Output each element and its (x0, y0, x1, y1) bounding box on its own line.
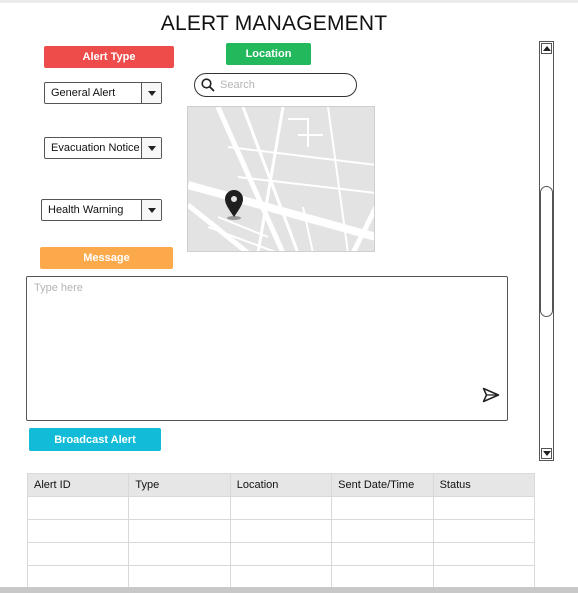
column-header-status[interactable]: Status (432, 473, 536, 497)
chevron-down-icon[interactable] (141, 138, 161, 158)
location-search[interactable] (194, 73, 357, 97)
send-icon[interactable] (482, 387, 500, 403)
search-input[interactable] (218, 79, 347, 91)
scroll-up-button[interactable] (541, 43, 552, 54)
alert-type-select-health[interactable]: Health Warning (41, 199, 162, 221)
location-map[interactable] (187, 106, 375, 252)
alert-type-label: Alert Type (44, 46, 174, 68)
table-cell (128, 542, 231, 566)
table-cell (229, 496, 333, 520)
select-value: Health Warning (48, 204, 124, 216)
bottom-border (0, 587, 578, 593)
message-input[interactable]: Type here (26, 276, 508, 421)
scroll-down-button[interactable] (541, 448, 552, 459)
page-title: ALERT MANAGEMENT (160, 12, 388, 35)
scroll-thumb[interactable] (540, 186, 553, 317)
arrow-up-icon (542, 46, 551, 51)
table-row[interactable] (26, 519, 536, 543)
alert-type-select-evacuation[interactable]: Evacuation Notice (44, 137, 162, 159)
column-header-location[interactable]: Location (229, 473, 333, 497)
table-cell (331, 565, 434, 589)
table-cell (229, 542, 333, 566)
table-cell (128, 519, 231, 543)
column-header-alert-id[interactable]: Alert ID (26, 473, 130, 497)
table-cell (331, 542, 434, 566)
table-cell (229, 565, 333, 589)
chevron-down-icon[interactable] (141, 83, 161, 103)
table-row[interactable] (26, 542, 536, 566)
vertical-scrollbar[interactable] (539, 41, 554, 461)
table-cell (26, 542, 130, 566)
table-cell (432, 496, 536, 520)
table-header-row: Alert ID Type Location Sent Date/Time St… (26, 473, 536, 497)
top-border (0, 0, 578, 3)
message-label: Message (40, 247, 173, 269)
alerts-table: Alert ID Type Location Sent Date/Time St… (26, 473, 536, 589)
table-cell (26, 496, 130, 520)
location-label: Location (226, 43, 311, 65)
chevron-down-icon[interactable] (141, 200, 161, 220)
table-cell (432, 519, 536, 543)
table-cell (331, 519, 434, 543)
table-row[interactable] (26, 565, 536, 589)
alert-type-select-general[interactable]: General Alert (44, 82, 162, 104)
select-value: Evacuation Notice (51, 142, 140, 154)
column-header-sent-date-time[interactable]: Sent Date/Time (331, 473, 434, 497)
table-cell (432, 542, 536, 566)
table-cell (26, 519, 130, 543)
table-cell (331, 496, 434, 520)
table-cell (432, 565, 536, 589)
table-cell (128, 496, 231, 520)
arrow-down-icon (542, 451, 551, 456)
message-placeholder: Type here (34, 282, 83, 294)
table-cell (229, 519, 333, 543)
search-icon (198, 75, 218, 95)
table-cell (26, 565, 130, 589)
broadcast-alert-button[interactable]: Broadcast Alert (29, 428, 161, 451)
column-header-type[interactable]: Type (128, 473, 231, 497)
select-value: General Alert (51, 87, 116, 99)
table-row[interactable] (26, 496, 536, 520)
table-cell (128, 565, 231, 589)
